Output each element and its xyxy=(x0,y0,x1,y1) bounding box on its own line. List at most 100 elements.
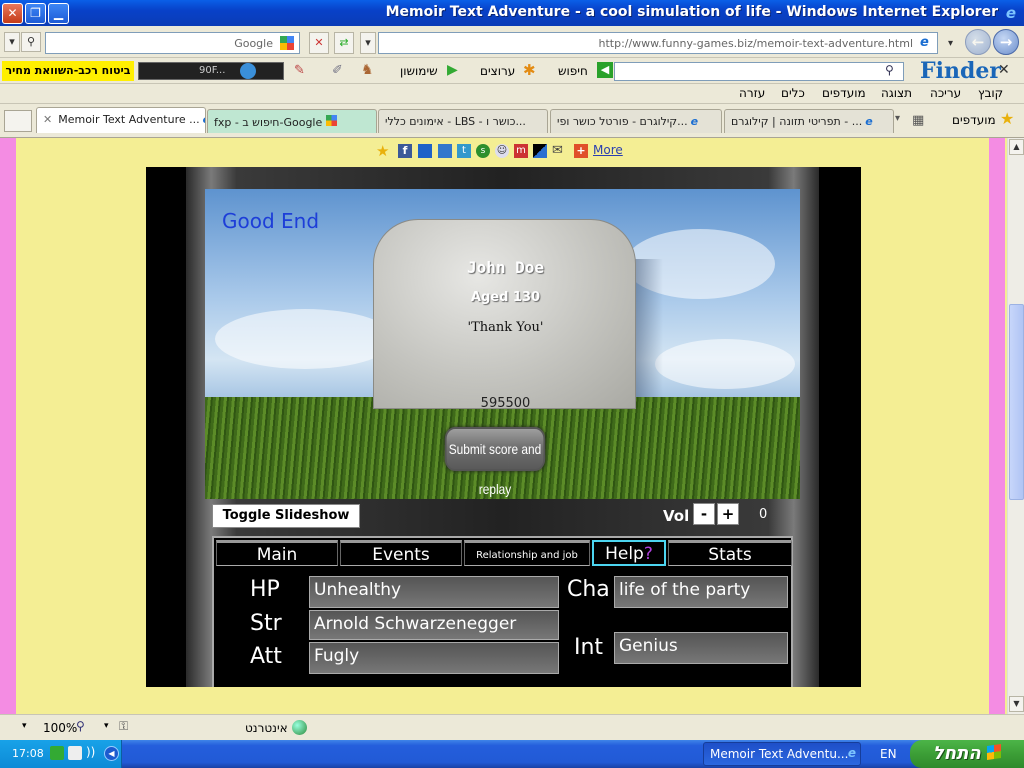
tab-main[interactable]: Main xyxy=(216,540,338,566)
volume-up-button[interactable]: + xyxy=(717,503,739,525)
language-indicator[interactable]: EN xyxy=(880,747,897,761)
messenger-icon[interactable] xyxy=(438,144,452,158)
search-dropdown-arrow-icon[interactable]: ▾ xyxy=(4,32,20,52)
taskbar-item-label: Memoir Text Adventu... xyxy=(710,747,849,761)
tab-list-dropdown-icon[interactable]: ▾ xyxy=(895,113,900,124)
tab-lbs[interactable]: אימונים כללי - LBS - כושר ו... xyxy=(378,109,548,133)
taskbar-item-memoir[interactable]: Memoir Text Adventu... e xyxy=(703,742,861,766)
address-dropdown-arrow-icon[interactable]: ▾ xyxy=(360,32,376,54)
finder-search-icon[interactable]: ⚲ xyxy=(885,63,894,77)
new-tab-button[interactable] xyxy=(4,110,32,132)
scroll-down-arrow-icon[interactable]: ▼ xyxy=(1009,696,1024,712)
tab-close-icon[interactable]: ✕ xyxy=(43,113,52,126)
zoom-level[interactable]: 100% xyxy=(43,721,77,735)
reddit-icon[interactable]: ☺ xyxy=(495,144,509,158)
int-label: Int xyxy=(574,635,604,660)
att-value: Fugly xyxy=(309,642,559,674)
tab-relationship-job[interactable]: Relationship and job xyxy=(464,540,590,566)
game-icon[interactable]: ♞ xyxy=(361,62,374,78)
zoom-dropdown-arrow-icon[interactable]: ▾ xyxy=(22,721,27,731)
start-button[interactable]: התחל xyxy=(910,740,1024,768)
tab-label: fxp - חיפוש ב-Google xyxy=(214,116,323,129)
bookmark-star-icon[interactable]: ★ xyxy=(376,142,389,160)
stumbleupon-icon[interactable]: s xyxy=(476,144,490,158)
pencil-icon[interactable]: ✐ xyxy=(332,63,343,78)
myspace-icon[interactable] xyxy=(418,144,432,158)
tombstone: John Doe Aged 130 'Thank You' 595500 xyxy=(373,219,636,411)
menu-help[interactable]: עזרה xyxy=(739,86,765,100)
tab-ie-icon: e xyxy=(865,115,873,128)
map-icon[interactable]: ✎ xyxy=(294,63,305,78)
minimize-button[interactable]: ▁ xyxy=(48,3,69,24)
page-scrollbar[interactable]: ▲ ▼ xyxy=(1007,138,1024,714)
promo-link[interactable]: ביטוח רכב-השוואת מחיר xyxy=(2,61,134,81)
favorites-label[interactable]: מועדפים xyxy=(952,113,996,127)
tab-stats[interactable]: Stats xyxy=(668,540,792,566)
menu-edit[interactable]: עריכה xyxy=(930,86,961,100)
favorites-star-icon[interactable]: ★ xyxy=(1000,109,1014,128)
tombstone-shadow xyxy=(635,259,663,409)
nav-dropdown-arrow-icon[interactable]: ▾ xyxy=(948,38,953,49)
submit-score-button[interactable]: Submit score and replay xyxy=(444,427,546,497)
tab-ie-icon: e xyxy=(690,115,699,128)
email-icon[interactable]: ✉ xyxy=(552,143,563,158)
go-arrow-icon[interactable]: ◀ xyxy=(597,62,613,78)
tray-expand-icon[interactable]: ◀ xyxy=(104,746,119,761)
more-link[interactable]: More xyxy=(593,143,623,157)
ending-title: Good End xyxy=(222,209,320,233)
restore-button[interactable]: ❐ xyxy=(25,3,46,24)
weather-widget[interactable]: 90F... xyxy=(138,62,284,80)
back-arrow-icon[interactable]: ← xyxy=(965,29,991,55)
finder-logo: Finder xyxy=(920,58,1001,84)
quick-tabs-icon[interactable]: ▦ xyxy=(912,113,924,128)
tray-app-icon[interactable] xyxy=(50,746,64,760)
search-input[interactable]: Google xyxy=(45,32,300,54)
tray-network-icon[interactable] xyxy=(68,746,82,760)
finder-item-search[interactable]: חיפוש xyxy=(558,64,588,78)
game-scene: John Doe Aged 130 'Thank You' 595500 Goo… xyxy=(205,189,800,499)
clock[interactable]: 17:08 xyxy=(12,747,44,760)
finder-item-shimushon[interactable]: שימושון xyxy=(400,64,438,78)
forward-arrow-icon[interactable]: → xyxy=(993,29,1019,55)
refresh-icon[interactable]: ⇄ xyxy=(334,32,354,54)
scroll-up-arrow-icon[interactable]: ▲ xyxy=(1009,139,1024,155)
att-label: Att xyxy=(250,644,282,669)
tray-wireless-icon[interactable]: )) xyxy=(86,745,95,759)
protected-mode-arrow-icon[interactable]: ▾ xyxy=(104,721,109,731)
menu-tools[interactable]: כלים xyxy=(781,86,805,100)
add-more-icon[interactable]: + xyxy=(574,144,588,158)
delicious-icon[interactable] xyxy=(533,144,547,158)
scroll-thumb[interactable] xyxy=(1009,304,1024,500)
twitter-icon[interactable]: t xyxy=(457,144,471,158)
tab-memoir[interactable]: ✕ Memoir Text Adventure ...e xyxy=(36,107,206,133)
stop-icon[interactable]: ✕ xyxy=(309,32,329,54)
tab-events[interactable]: Events xyxy=(340,540,462,566)
mixx-icon[interactable]: m xyxy=(514,144,528,158)
menu-view[interactable]: תצוגה xyxy=(881,86,912,100)
volume-down-button[interactable]: - xyxy=(693,503,715,525)
finder-item-channels[interactable]: ערוצים xyxy=(480,64,515,78)
page-content: ★ f t s ☺ m ✉ + More John Doe Aged 130 '… xyxy=(0,138,1007,714)
ie-logo-icon: e xyxy=(1005,4,1017,22)
finder-search-input[interactable] xyxy=(614,62,904,81)
menu-favorites[interactable]: מועדפים xyxy=(822,86,866,100)
facebook-icon[interactable]: f xyxy=(398,144,412,158)
tab-google-fxp[interactable]: fxp - חיפוש ב-Google xyxy=(207,109,377,133)
address-input[interactable]: http://www.funny-games.biz/memoir-text-a… xyxy=(378,32,938,54)
search-icon[interactable]: ⚲ xyxy=(21,32,41,52)
zoom-icon[interactable]: ⚲ xyxy=(76,719,85,733)
int-value: Genius xyxy=(614,632,788,664)
tab-help[interactable]: Help? xyxy=(592,540,666,566)
close-button[interactable]: ✕ xyxy=(2,3,23,24)
menu-bar: קובץ עריכה תצוגה מועדפים כלים עזרה xyxy=(0,84,1024,104)
tab-label: תפריטי תזונה | קילוגרם - ... xyxy=(731,115,863,128)
toggle-slideshow-button[interactable]: Toggle Slideshow xyxy=(212,504,360,528)
final-score: 595500 xyxy=(480,396,531,411)
tab-kilogram-portal[interactable]: קילוגרם - פורטל כושר ופי... e xyxy=(550,109,722,133)
tab-label: אימונים כללי - LBS - כושר ו... xyxy=(385,115,526,128)
finder-close-icon[interactable]: ✕ xyxy=(998,62,1010,78)
hp-value: Unhealthy xyxy=(309,576,559,608)
protected-mode-icon[interactable]: ⚿ xyxy=(119,719,128,734)
menu-file[interactable]: קובץ xyxy=(978,86,1003,100)
tab-nutrition-menus[interactable]: תפריטי תזונה | קילוגרם - ... e xyxy=(724,109,894,133)
